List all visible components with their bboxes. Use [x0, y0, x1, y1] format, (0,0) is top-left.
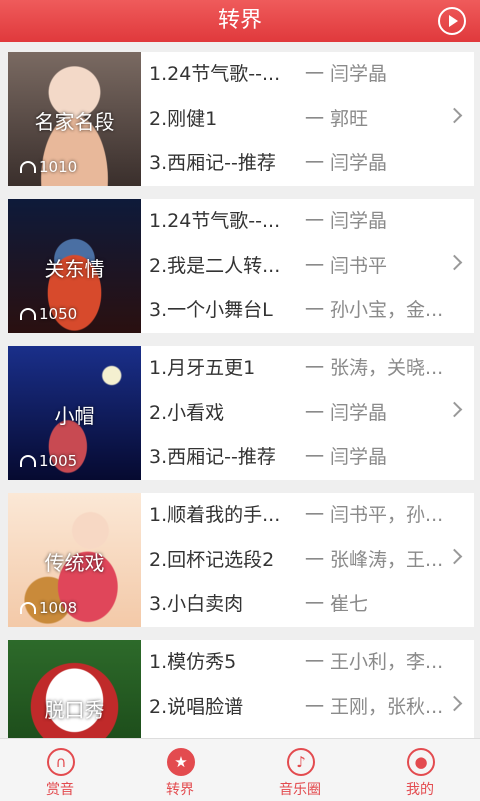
category-title: 名家名段: [34, 110, 115, 134]
tab-zhuanjie[interactable]: ★ 转界: [120, 739, 240, 801]
category-thumbnail[interactable]: 传统戏 1008: [8, 493, 141, 627]
play-count: 1005: [20, 452, 77, 470]
headphones-icon: [20, 602, 36, 614]
headphones-icon: ∩: [47, 748, 75, 776]
category-card-mingjia[interactable]: 名家名段 1010 1.24节气歌--... 一 闫学晶 2.刚健1 一 郭旺 3.…: [8, 52, 474, 186]
tab-yinyuequan[interactable]: ♪ 音乐圈: [240, 739, 360, 801]
category-thumbnail[interactable]: 关东情 1050: [8, 199, 141, 333]
category-title: 小帽: [54, 404, 95, 428]
play-icon[interactable]: [438, 7, 466, 35]
play-count: 1010: [20, 158, 77, 176]
page-title: 转界: [217, 8, 262, 33]
tab-wode[interactable]: ● 我的: [360, 739, 480, 801]
category-thumbnail[interactable]: 脱口秀: [8, 640, 141, 738]
category-title: 传统戏: [44, 551, 105, 575]
headphones-icon: [20, 308, 36, 320]
category-card-tuokouxiu[interactable]: 脱口秀 1.模仿秀5 一 王小利，李... 2.说唱脸谱一 王刚，张秋...: [8, 640, 474, 738]
play-count: 1050: [20, 305, 77, 323]
top-bar: 转界: [0, 0, 480, 42]
dancer-icon: ★: [167, 748, 195, 776]
category-title: 脱口秀: [44, 698, 105, 722]
music-note-icon: ♪: [287, 748, 315, 776]
category-card-chuantong[interactable]: 传统戏 1008 1.顺着我的手... 一 闫书平，孙... 2.回杯记选段2 一 …: [8, 493, 474, 627]
category-thumbnail[interactable]: 小帽 1005: [8, 346, 141, 480]
category-title: 关东情: [44, 257, 105, 281]
tab-shangyin[interactable]: ∩ 赏音: [0, 739, 120, 801]
category-list: 名家名段 1010 1.24节气歌--... 一 闫学晶 2.刚健1 一 郭旺 3.…: [0, 42, 480, 738]
category-card-xiaomao[interactable]: 小帽 1005 1.月牙五更1 一 张涛，关晓... 2.小看戏一 闫学晶 3.西…: [8, 346, 474, 480]
bottom-tab-bar: ∩ 赏音 ★ 转界 ♪ 音乐圈 ● 我的: [0, 738, 480, 801]
headphones-icon: [20, 161, 36, 173]
category-thumbnail[interactable]: 名家名段 1010: [8, 52, 141, 186]
user-icon: ●: [407, 748, 435, 776]
headphones-icon: [20, 455, 36, 467]
play-count: 1008: [20, 599, 77, 617]
category-card-guandong[interactable]: 关东情 1050 1.24节气歌--... 一 闫学晶 2.我是二人转... 一 闫…: [8, 199, 474, 333]
